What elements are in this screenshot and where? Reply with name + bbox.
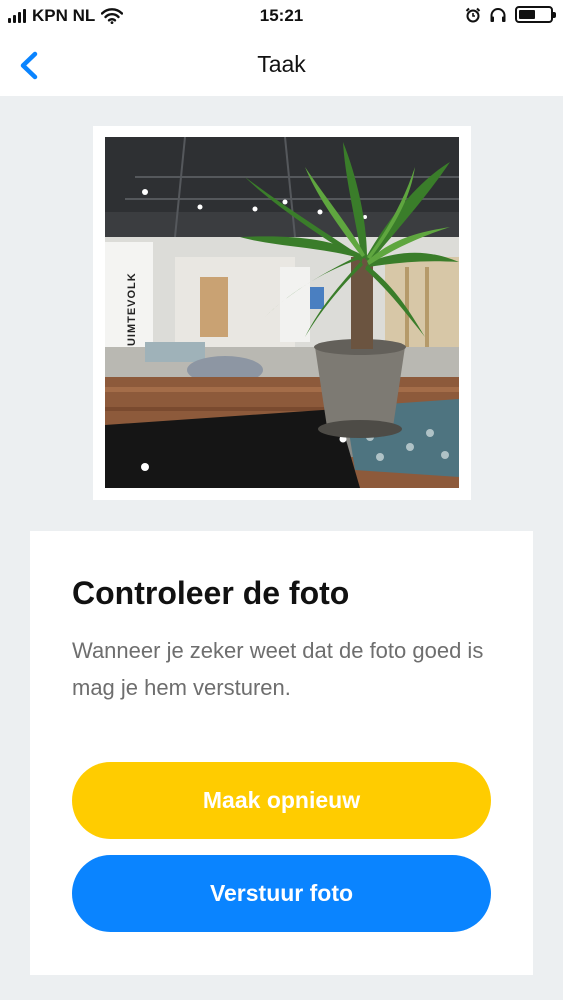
send-photo-button[interactable]: Verstuur foto — [72, 855, 491, 932]
alarm-icon — [465, 7, 481, 22]
status-right — [465, 6, 556, 23]
battery-icon — [515, 6, 556, 23]
status-bar: KPN NL 15:21 — [0, 0, 563, 34]
card-description: Wanneer je zeker weet dat de foto goed i… — [72, 638, 484, 700]
confirmation-card: Controleer de foto Wanneer je zeker weet… — [30, 531, 533, 975]
photo-sign-text: RUIMTEVOLK — [126, 272, 138, 355]
nav-bar: Taak — [0, 34, 563, 96]
card-title: Controleer de foto — [72, 575, 350, 611]
photo-preview: RUIMTEVOLK — [105, 137, 459, 488]
retake-button[interactable]: Maak opnieuw — [72, 762, 491, 839]
page-title: Taak — [257, 51, 306, 77]
photo-preview-frame: RUIMTEVOLK — [93, 126, 471, 500]
headphones-icon — [490, 7, 506, 22]
